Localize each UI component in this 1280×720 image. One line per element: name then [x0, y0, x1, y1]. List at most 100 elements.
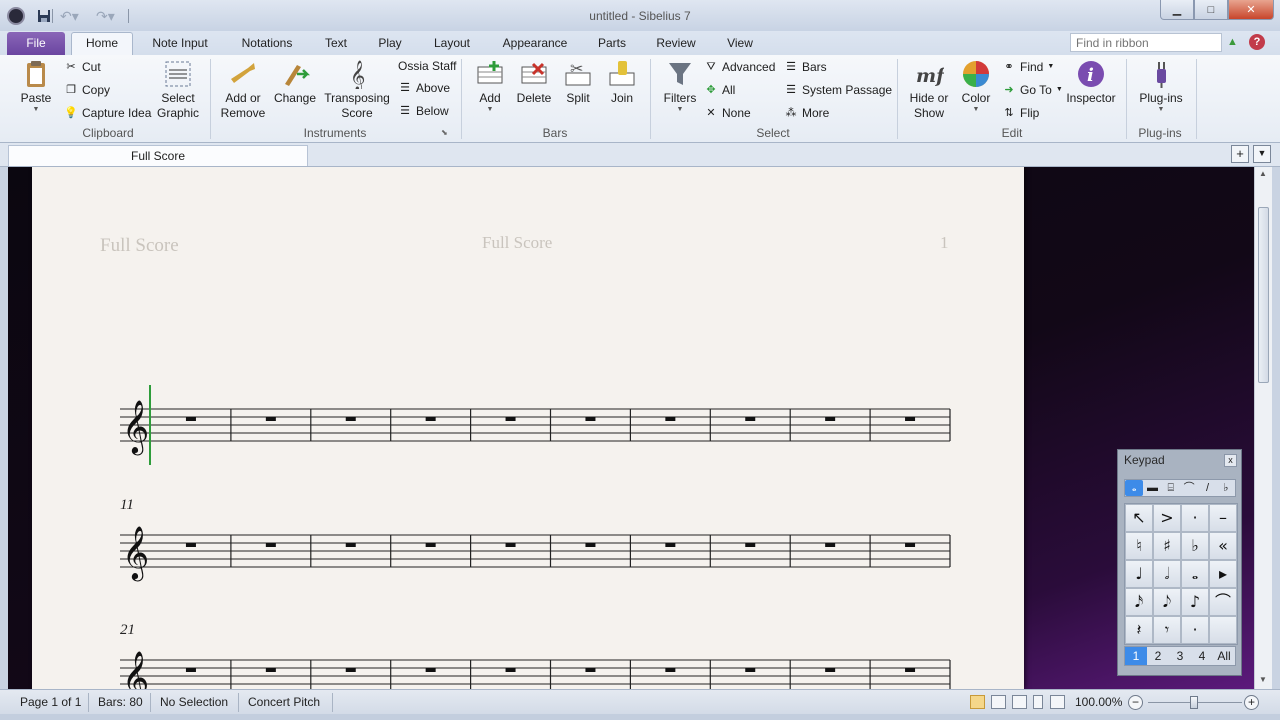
close-button[interactable]: ✕	[1228, 0, 1274, 20]
keypad-key-6[interactable]: ♭	[1181, 532, 1209, 560]
bar-number[interactable]: 11	[120, 497, 134, 513]
whole-rest[interactable]	[585, 417, 596, 421]
tab-notations[interactable]: Notations	[232, 35, 302, 55]
bar-number[interactable]: 21	[120, 622, 135, 638]
keypad-key-17[interactable]: 𝄾	[1153, 616, 1181, 644]
keypad-key-9[interactable]: 𝅗𝅥	[1153, 560, 1181, 588]
select-graphic-button[interactable]: Select Graphic	[154, 59, 202, 121]
keypad-key-7[interactable]: «	[1209, 532, 1237, 560]
whole-rest[interactable]	[345, 543, 356, 547]
split-bar-button[interactable]: ✂ Split	[560, 59, 596, 106]
keypad-tab-0[interactable]: 𝅝	[1125, 480, 1144, 496]
tab-play[interactable]: Play	[372, 35, 408, 55]
capture-idea-button[interactable]: 💡 Capture Idea	[64, 104, 151, 122]
delete-bar-button[interactable]: Delete	[514, 59, 554, 106]
keypad-tab-3[interactable]: ⌒	[1180, 480, 1198, 496]
flip-button[interactable]: ⇅ Flip	[1002, 104, 1039, 122]
inspector-button[interactable]: i Inspector	[1064, 59, 1118, 106]
keypad-key-14[interactable]: ♪	[1181, 588, 1209, 616]
whole-rest[interactable]	[425, 668, 436, 672]
system-passage-button[interactable]: ☰ System Passage	[784, 81, 892, 99]
keypad-key-0[interactable]: ↖	[1125, 504, 1153, 532]
keypad-layout-2[interactable]: 2	[1147, 647, 1169, 665]
maximize-button[interactable]: □	[1194, 0, 1228, 20]
help-icon[interactable]: ?	[1249, 34, 1265, 50]
find-button[interactable]: ⚭ Find ▼	[1002, 58, 1054, 76]
keypad-tab-2[interactable]: ⌸	[1162, 480, 1180, 496]
keypad-key-5[interactable]: ♯	[1153, 532, 1181, 560]
whole-rest[interactable]	[425, 543, 436, 547]
vertical-scrollbar[interactable]: ▲ ▼	[1254, 167, 1272, 689]
whole-rest[interactable]	[905, 543, 916, 547]
tab-text[interactable]: Text	[318, 35, 354, 55]
dialog-launcher-icon[interactable]: ⬊	[441, 128, 448, 137]
color-button[interactable]: Color ▼	[958, 59, 994, 114]
view-pages-grid-icon[interactable]	[991, 695, 1006, 709]
whole-rest[interactable]	[265, 668, 276, 672]
keypad-key-19[interactable]	[1209, 616, 1237, 644]
whole-rest[interactable]	[505, 668, 516, 672]
whole-rest[interactable]	[265, 543, 276, 547]
score-page[interactable]: Full Score Full Score 1 𝄞 𝄞 11 𝄞 21	[32, 167, 1024, 689]
keypad-key-2[interactable]: ·	[1181, 504, 1209, 532]
add-bar-button[interactable]: Add ▼	[470, 59, 510, 114]
keypad-key-12[interactable]: 𝅘𝅥𝅯	[1125, 588, 1153, 616]
zoom-slider-thumb[interactable]	[1190, 696, 1198, 709]
paste-button[interactable]: Paste ▼	[16, 59, 56, 114]
keypad-layout-all[interactable]: All	[1213, 647, 1235, 665]
keypad-key-3[interactable]: –	[1209, 504, 1237, 532]
tab-parts[interactable]: Parts	[591, 35, 633, 55]
join-bar-button[interactable]: Join	[604, 59, 640, 106]
keypad-layout-4[interactable]: 4	[1191, 647, 1213, 665]
tab-home[interactable]: Home	[71, 32, 133, 56]
tab-file[interactable]: File	[7, 32, 65, 55]
keypad-key-18[interactable]: ·	[1181, 616, 1209, 644]
whole-rest[interactable]	[665, 543, 676, 547]
whole-rest[interactable]	[745, 417, 756, 421]
tab-appearance[interactable]: Appearance	[496, 35, 574, 55]
keypad-tab-4[interactable]: /	[1198, 480, 1216, 496]
whole-rest[interactable]	[425, 417, 436, 421]
treble-clef-icon[interactable]: 𝄞	[122, 525, 149, 581]
whole-rest[interactable]	[505, 417, 516, 421]
whole-rest[interactable]	[585, 543, 596, 547]
scroll-up-icon[interactable]: ▲	[1259, 169, 1267, 178]
copy-button[interactable]: ❐ Copy	[64, 81, 110, 99]
select-more-button[interactable]: ⁂ More	[784, 104, 830, 122]
whole-rest[interactable]	[345, 417, 356, 421]
view-panorama-icon[interactable]	[1050, 695, 1065, 709]
scroll-down-icon[interactable]: ▼	[1259, 675, 1267, 684]
whole-rest[interactable]	[265, 417, 276, 421]
zoom-in-icon[interactable]: +	[1244, 695, 1259, 710]
tab-layout[interactable]: Layout	[427, 35, 477, 55]
ossia-above-button[interactable]: ☰ Above	[398, 79, 450, 97]
whole-rest[interactable]	[505, 543, 516, 547]
cut-button[interactable]: ✂ Cut	[64, 58, 100, 76]
select-advanced-button[interactable]: ⛛ Advanced	[704, 58, 775, 76]
ossia-below-button[interactable]: ☰ Below	[398, 102, 449, 120]
whole-rest[interactable]	[905, 417, 916, 421]
ribbon-search-input[interactable]	[1070, 33, 1222, 52]
whole-rest[interactable]	[665, 668, 676, 672]
status-concert-pitch[interactable]: Concert Pitch	[248, 695, 320, 709]
view-pages-vertical-icon[interactable]	[1012, 695, 1027, 709]
keypad-key-16[interactable]: 𝄽	[1125, 616, 1153, 644]
go-to-button[interactable]: ➜ Go To ▼	[1002, 81, 1062, 99]
plugins-button[interactable]: Plug-ins ▼	[1134, 59, 1188, 114]
keypad-key-11[interactable]: ▸	[1209, 560, 1237, 588]
tab-note-input[interactable]: Note Input	[143, 35, 217, 55]
whole-rest[interactable]	[825, 668, 836, 672]
keypad-key-10[interactable]: 𝅝	[1181, 560, 1209, 588]
zoom-out-icon[interactable]: −	[1128, 695, 1143, 710]
tab-view[interactable]: View	[720, 35, 760, 55]
add-tab-plus-icon[interactable]: +	[1231, 145, 1249, 163]
keypad-layout-1[interactable]: 1	[1125, 647, 1147, 665]
whole-rest[interactable]	[825, 417, 836, 421]
keypad-panel[interactable]: Keypad x 𝅝 ▬ ⌸ ⌒ / ♭ ↖ > · – ♮ ♯ ♭ «♩ 𝅗𝅥 𝅝 ▸ 𝅘𝅥𝅯 𝅘𝅥𝅮 ♪ ⌒ 𝄽 𝄾 ·…	[1117, 449, 1242, 676]
add-remove-instruments-button[interactable]: Add or Remove	[218, 59, 268, 121]
whole-rest[interactable]	[745, 668, 756, 672]
keypad-layout-3[interactable]: 3	[1169, 647, 1191, 665]
filters-button[interactable]: Filters ▼	[660, 59, 700, 114]
whole-rest[interactable]	[185, 543, 196, 547]
keypad-key-15[interactable]: ⌒	[1209, 588, 1237, 616]
